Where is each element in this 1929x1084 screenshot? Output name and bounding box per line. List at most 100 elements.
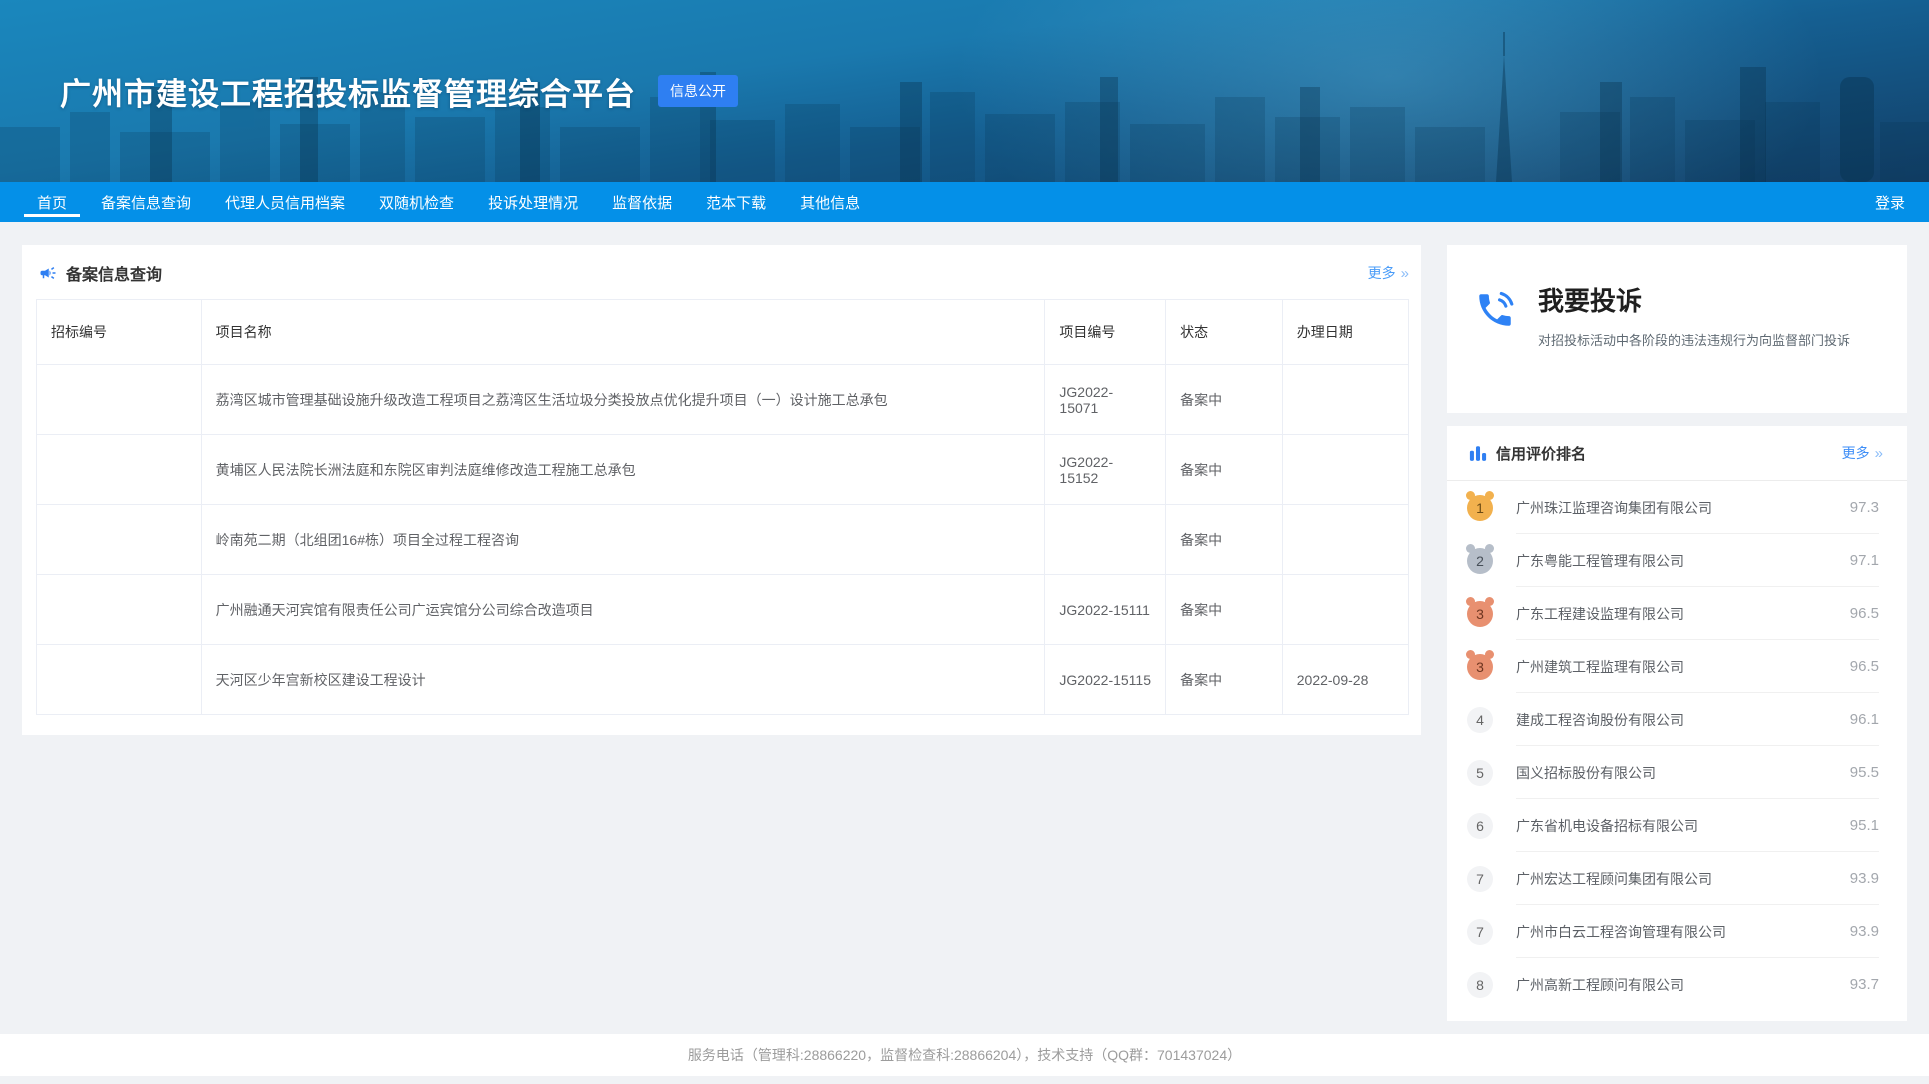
status-cell: 备案中 [1166,575,1283,645]
project-number-cell: JG2022-15111 [1045,575,1166,645]
table-row: 岭南苑二期（北组团16#栋）项目全过程工程咨询 备案中 [37,505,1409,575]
rank-score: 93.9 [1850,923,1879,940]
handle-date-cell: 2022-09-28 [1282,645,1408,715]
more-label: 更多 [1842,443,1870,463]
sidebar: 我要投诉 对招投标活动中各阶段的违法违规行为向监督部门投诉 信用评价排名 更多 … [1447,245,1907,1021]
rank-company-name: 广州高新工程顾问有限公司 [1516,975,1684,995]
nav-item-record-query[interactable]: 备案信息查询 [101,182,191,222]
rank-badge: 7 [1467,919,1493,945]
page-title: 广州市建设工程招投标监督管理综合平台 [60,69,636,114]
more-label: 更多 [1368,263,1396,283]
ranking-panel-title: 信用评价排名 [1496,443,1586,464]
rank-score: 95.5 [1850,764,1879,781]
status-cell: 备案中 [1166,505,1283,575]
status-cell: 备案中 [1166,645,1283,715]
ranking-row: 8 广州高新工程顾问有限公司 93.7 [1447,958,1907,1011]
rank-score: 93.9 [1850,870,1879,887]
complaint-text: 我要投诉 对招投标活动中各阶段的违法违规行为向监督部门投诉 [1538,281,1850,413]
ranking-row: 2 广东粤能工程管理有限公司 97.1 [1447,534,1907,587]
records-more-link[interactable]: 更多 » [1368,263,1409,283]
rank-badge: 2 [1467,548,1493,574]
rank-badge: 3 [1467,601,1493,627]
handle-date-cell [1282,365,1408,435]
ranking-more-link[interactable]: 更多 » [1842,443,1883,463]
rank-score: 96.5 [1850,658,1879,675]
nav-list: 首页 备案信息查询 代理人员信用档案 双随机检查 投诉处理情况 监督依据 范本下… [20,182,877,222]
login-link[interactable]: 登录 [1875,192,1905,213]
records-panel-title: 备案信息查询 [66,261,162,285]
rank-badge: 8 [1467,972,1493,998]
handle-date-cell [1282,435,1408,505]
project-number-cell: JG2022-15115 [1045,645,1166,715]
ranking-row: 3 广州建筑工程监理有限公司 96.5 [1447,640,1907,693]
col-project-number: 项目编号 [1045,300,1166,365]
complaint-title[interactable]: 我要投诉 [1538,281,1850,318]
bid-number-cell [37,645,202,715]
nav-item-random-inspection[interactable]: 双随机检查 [379,182,454,222]
ranking-row: 1 广州珠江监理咨询集团有限公司 97.3 [1447,481,1907,534]
rank-company-name: 广东省机电设备招标有限公司 [1516,816,1698,836]
nav-item-supervision-basis[interactable]: 监督依据 [612,182,672,222]
project-name-cell[interactable]: 岭南苑二期（北组团16#栋）项目全过程工程咨询 [201,505,1045,575]
project-name-cell[interactable]: 荔湾区城市管理基础设施升级改造工程项目之荔湾区生活垃圾分类投放点优化提升项目（一… [201,365,1045,435]
rank-badge: 6 [1467,813,1493,839]
project-name-cell[interactable]: 广州融通天河宾馆有限责任公司广运宾馆分公司综合改造项目 [201,575,1045,645]
rank-score: 95.1 [1850,817,1879,834]
bid-number-cell [37,575,202,645]
complaint-panel[interactable]: 我要投诉 对招投标活动中各阶段的违法违规行为向监督部门投诉 [1447,245,1907,413]
hero-content: 广州市建设工程招投标监督管理综合平台 信息公开 [0,0,1929,182]
info-disclosure-badge[interactable]: 信息公开 [658,75,738,107]
rank-score: 96.1 [1850,711,1879,728]
project-name-cell[interactable]: 天河区少年宫新校区建设工程设计 [201,645,1045,715]
bid-number-cell [37,365,202,435]
col-bid-number: 招标编号 [37,300,202,365]
nav-item-template-download[interactable]: 范本下载 [706,182,766,222]
rank-score: 93.7 [1850,976,1879,993]
main-nav: 首页 备案信息查询 代理人员信用档案 双随机检查 投诉处理情况 监督依据 范本下… [0,182,1929,222]
project-name-cell[interactable]: 黄埔区人民法院长洲法庭和东院区审判法庭维修改造工程施工总承包 [201,435,1045,505]
col-status: 状态 [1166,300,1283,365]
megaphone-icon [39,264,57,282]
rank-company-name: 建成工程咨询股份有限公司 [1516,710,1684,730]
table-row: 荔湾区城市管理基础设施升级改造工程项目之荔湾区生活垃圾分类投放点优化提升项目（一… [37,365,1409,435]
records-panel: 备案信息查询 更多 » 招标编号 项目名称 项目编号 状态 办理日期 [22,245,1421,735]
project-number-cell [1045,505,1166,575]
rank-badge: 1 [1467,495,1493,521]
table-row: 广州融通天河宾馆有限责任公司广运宾馆分公司综合改造项目 JG2022-15111… [37,575,1409,645]
ranking-row: 5 国义招标股份有限公司 95.5 [1447,746,1907,799]
rank-company-name: 广州珠江监理咨询集团有限公司 [1516,498,1712,518]
double-chevron-icon: » [1875,445,1883,462]
nav-item-other-info[interactable]: 其他信息 [800,182,860,222]
table-row: 黄埔区人民法院长洲法庭和东院区审判法庭维修改造工程施工总承包 JG2022-15… [37,435,1409,505]
status-cell: 备案中 [1166,435,1283,505]
rank-badge: 4 [1467,707,1493,733]
page: 广州市建设工程招投标监督管理综合平台 信息公开 首页 备案信息查询 代理人员信用… [0,0,1929,1084]
bid-number-cell [37,505,202,575]
rank-company-name: 广州建筑工程监理有限公司 [1516,657,1684,677]
complaint-description: 对招投标活动中各阶段的违法违规行为向监督部门投诉 [1538,330,1850,353]
handle-date-cell [1282,575,1408,645]
rank-score: 97.1 [1850,552,1879,569]
rank-company-name: 广州宏达工程顾问集团有限公司 [1516,869,1712,889]
main-content: 备案信息查询 更多 » 招标编号 项目名称 项目编号 状态 办理日期 [0,222,1929,1034]
bid-number-cell [37,435,202,505]
page-footer: 服务电话（管理科:28866220，监督检查科:28866204），技术支持（Q… [0,1034,1929,1076]
project-number-cell: JG2022-15071 [1045,365,1166,435]
rank-score: 96.5 [1850,605,1879,622]
col-handle-date: 办理日期 [1282,300,1408,365]
nav-item-complaint-handling[interactable]: 投诉处理情况 [488,182,578,222]
rank-badge: 7 [1467,866,1493,892]
col-project-name: 项目名称 [201,300,1045,365]
ranking-row: 6 广东省机电设备招标有限公司 95.1 [1447,799,1907,852]
nav-item-home[interactable]: 首页 [37,182,67,222]
nav-item-agent-credit[interactable]: 代理人员信用档案 [225,182,345,222]
bar-chart-icon [1469,444,1487,462]
ranking-panel: 信用评价排名 更多 » 1 广州珠江监理咨询集团有限公司 97.3 2 广东粤能… [1447,426,1907,1021]
table-row: 天河区少年宫新校区建设工程设计 JG2022-15115 备案中 2022-09… [37,645,1409,715]
records-panel-header: 备案信息查询 更多 » [22,245,1421,299]
rank-badge: 3 [1467,654,1493,680]
ranking-panel-header: 信用评价排名 更多 » [1447,426,1907,481]
rank-company-name: 国义招标股份有限公司 [1516,763,1656,783]
table-header-row: 招标编号 项目名称 项目编号 状态 办理日期 [37,300,1409,365]
ranking-row: 4 建成工程咨询股份有限公司 96.1 [1447,693,1907,746]
